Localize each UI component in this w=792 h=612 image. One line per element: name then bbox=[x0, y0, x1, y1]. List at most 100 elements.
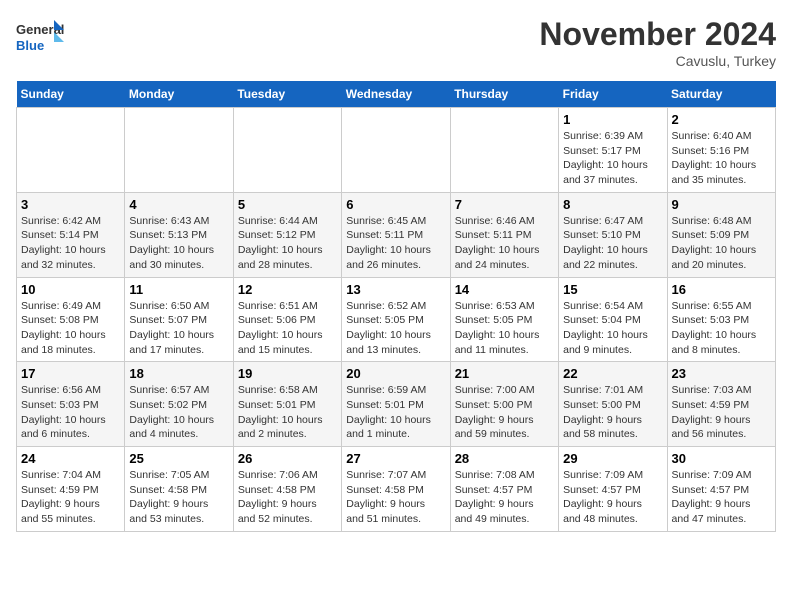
calendar-cell: 12 Sunrise: 6:51 AM Sunset: 5:06 PM Dayli… bbox=[233, 277, 341, 362]
day-number: 7 bbox=[455, 197, 554, 212]
calendar-cell: 5 Sunrise: 6:44 AM Sunset: 5:12 PM Daylig… bbox=[233, 192, 341, 277]
calendar-cell bbox=[342, 108, 450, 193]
calendar-cell bbox=[17, 108, 125, 193]
calendar-cell bbox=[233, 108, 341, 193]
day-number: 13 bbox=[346, 282, 445, 297]
calendar-table: SundayMondayTuesdayWednesdayThursdayFrid… bbox=[16, 81, 776, 532]
day-number: 1 bbox=[563, 112, 662, 127]
day-info: Sunrise: 6:49 AM Sunset: 5:08 PM Dayligh… bbox=[21, 299, 120, 358]
calendar-cell: 8 Sunrise: 6:47 AM Sunset: 5:10 PM Daylig… bbox=[559, 192, 667, 277]
day-number: 5 bbox=[238, 197, 337, 212]
day-info: Sunrise: 6:44 AM Sunset: 5:12 PM Dayligh… bbox=[238, 214, 337, 273]
day-number: 12 bbox=[238, 282, 337, 297]
day-number: 27 bbox=[346, 451, 445, 466]
calendar-cell: 3 Sunrise: 6:42 AM Sunset: 5:14 PM Daylig… bbox=[17, 192, 125, 277]
day-number: 3 bbox=[21, 197, 120, 212]
weekday-header-friday: Friday bbox=[559, 81, 667, 108]
day-info: Sunrise: 6:48 AM Sunset: 5:09 PM Dayligh… bbox=[672, 214, 771, 273]
weekday-header-monday: Monday bbox=[125, 81, 233, 108]
calendar-cell: 14 Sunrise: 6:53 AM Sunset: 5:05 PM Dayli… bbox=[450, 277, 558, 362]
day-number: 19 bbox=[238, 366, 337, 381]
day-number: 28 bbox=[455, 451, 554, 466]
calendar-cell: 18 Sunrise: 6:57 AM Sunset: 5:02 PM Dayli… bbox=[125, 362, 233, 447]
day-number: 10 bbox=[21, 282, 120, 297]
calendar-cell: 13 Sunrise: 6:52 AM Sunset: 5:05 PM Dayli… bbox=[342, 277, 450, 362]
day-number: 20 bbox=[346, 366, 445, 381]
calendar-cell: 4 Sunrise: 6:43 AM Sunset: 5:13 PM Daylig… bbox=[125, 192, 233, 277]
day-info: Sunrise: 7:07 AM Sunset: 4:58 PM Dayligh… bbox=[346, 468, 445, 527]
day-info: Sunrise: 6:51 AM Sunset: 5:06 PM Dayligh… bbox=[238, 299, 337, 358]
calendar-cell: 28Sunrise: 7:08 AM Sunset: 4:57 PM Dayli… bbox=[450, 447, 558, 532]
day-number: 29 bbox=[563, 451, 662, 466]
day-info: Sunrise: 6:53 AM Sunset: 5:05 PM Dayligh… bbox=[455, 299, 554, 358]
day-number: 16 bbox=[672, 282, 771, 297]
weekday-header-wednesday: Wednesday bbox=[342, 81, 450, 108]
calendar-cell: 24 Sunrise: 7:04 AM Sunset: 4:59 PM Dayli… bbox=[17, 447, 125, 532]
calendar-cell: 11 Sunrise: 6:50 AM Sunset: 5:07 PM Dayli… bbox=[125, 277, 233, 362]
day-info: Sunrise: 6:46 AM Sunset: 5:11 PM Dayligh… bbox=[455, 214, 554, 273]
day-info: Sunrise: 7:01 AM Sunset: 5:00 PM Dayligh… bbox=[563, 383, 662, 442]
calendar-cell: 20 Sunrise: 6:59 AM Sunset: 5:01 PM Dayli… bbox=[342, 362, 450, 447]
day-number: 8 bbox=[563, 197, 662, 212]
calendar-cell: 26Sunrise: 7:06 AM Sunset: 4:58 PM Dayli… bbox=[233, 447, 341, 532]
title-block: November 2024 Cavuslu, Turkey bbox=[539, 16, 776, 69]
page-header: General Blue November 2024 Cavuslu, Turk… bbox=[16, 16, 776, 69]
day-number: 18 bbox=[129, 366, 228, 381]
day-number: 14 bbox=[455, 282, 554, 297]
day-info: Sunrise: 6:50 AM Sunset: 5:07 PM Dayligh… bbox=[129, 299, 228, 358]
calendar-cell: 21Sunrise: 7:00 AM Sunset: 5:00 PM Dayli… bbox=[450, 362, 558, 447]
calendar-cell: 19 Sunrise: 6:58 AM Sunset: 5:01 PM Dayli… bbox=[233, 362, 341, 447]
day-info: Sunrise: 6:55 AM Sunset: 5:03 PM Dayligh… bbox=[672, 299, 771, 358]
day-info: Sunrise: 6:42 AM Sunset: 5:14 PM Dayligh… bbox=[21, 214, 120, 273]
calendar-cell: 30 Sunrise: 7:09 AM Sunset: 4:57 PM Dayli… bbox=[667, 447, 775, 532]
calendar-cell: 6 Sunrise: 6:45 AM Sunset: 5:11 PM Daylig… bbox=[342, 192, 450, 277]
day-info: Sunrise: 6:45 AM Sunset: 5:11 PM Dayligh… bbox=[346, 214, 445, 273]
weekday-header-tuesday: Tuesday bbox=[233, 81, 341, 108]
calendar-cell: 17Sunrise: 6:56 AM Sunset: 5:03 PM Dayli… bbox=[17, 362, 125, 447]
day-number: 15 bbox=[563, 282, 662, 297]
day-info: Sunrise: 6:56 AM Sunset: 5:03 PM Dayligh… bbox=[21, 383, 120, 442]
day-number: 30 bbox=[672, 451, 771, 466]
calendar-cell: 15 Sunrise: 6:54 AM Sunset: 5:04 PM Dayli… bbox=[559, 277, 667, 362]
day-info: Sunrise: 7:00 AM Sunset: 5:00 PM Dayligh… bbox=[455, 383, 554, 442]
day-number: 24 bbox=[21, 451, 120, 466]
calendar-cell: 23 Sunrise: 7:03 AM Sunset: 4:59 PM Dayli… bbox=[667, 362, 775, 447]
calendar-cell: 1Sunrise: 6:39 AM Sunset: 5:17 PM Daylig… bbox=[559, 108, 667, 193]
day-info: Sunrise: 7:06 AM Sunset: 4:58 PM Dayligh… bbox=[238, 468, 337, 527]
calendar-cell: 27 Sunrise: 7:07 AM Sunset: 4:58 PM Dayli… bbox=[342, 447, 450, 532]
day-info: Sunrise: 6:43 AM Sunset: 5:13 PM Dayligh… bbox=[129, 214, 228, 273]
day-number: 23 bbox=[672, 366, 771, 381]
calendar-cell: 10 Sunrise: 6:49 AM Sunset: 5:08 PM Dayli… bbox=[17, 277, 125, 362]
calendar-cell: 25Sunrise: 7:05 AM Sunset: 4:58 PM Dayli… bbox=[125, 447, 233, 532]
logo: General Blue bbox=[16, 16, 66, 61]
svg-text:Blue: Blue bbox=[16, 38, 44, 53]
weekday-header-thursday: Thursday bbox=[450, 81, 558, 108]
day-info: Sunrise: 7:09 AM Sunset: 4:57 PM Dayligh… bbox=[563, 468, 662, 527]
day-info: Sunrise: 6:54 AM Sunset: 5:04 PM Dayligh… bbox=[563, 299, 662, 358]
day-number: 25 bbox=[129, 451, 228, 466]
day-info: Sunrise: 7:09 AM Sunset: 4:57 PM Dayligh… bbox=[672, 468, 771, 527]
calendar-cell: 22 Sunrise: 7:01 AM Sunset: 5:00 PM Dayli… bbox=[559, 362, 667, 447]
day-info: Sunrise: 7:04 AM Sunset: 4:59 PM Dayligh… bbox=[21, 468, 120, 527]
weekday-header-saturday: Saturday bbox=[667, 81, 775, 108]
month-title: November 2024 bbox=[539, 16, 776, 53]
day-number: 9 bbox=[672, 197, 771, 212]
day-info: Sunrise: 6:58 AM Sunset: 5:01 PM Dayligh… bbox=[238, 383, 337, 442]
calendar-cell: 29 Sunrise: 7:09 AM Sunset: 4:57 PM Dayli… bbox=[559, 447, 667, 532]
day-info: Sunrise: 6:59 AM Sunset: 5:01 PM Dayligh… bbox=[346, 383, 445, 442]
calendar-cell: 7 Sunrise: 6:46 AM Sunset: 5:11 PM Daylig… bbox=[450, 192, 558, 277]
day-info: Sunrise: 6:57 AM Sunset: 5:02 PM Dayligh… bbox=[129, 383, 228, 442]
day-info: Sunrise: 6:52 AM Sunset: 5:05 PM Dayligh… bbox=[346, 299, 445, 358]
day-number: 22 bbox=[563, 366, 662, 381]
weekday-header-sunday: Sunday bbox=[17, 81, 125, 108]
calendar-cell: 9 Sunrise: 6:48 AM Sunset: 5:09 PM Daylig… bbox=[667, 192, 775, 277]
day-number: 11 bbox=[129, 282, 228, 297]
calendar-cell bbox=[125, 108, 233, 193]
day-info: Sunrise: 7:03 AM Sunset: 4:59 PM Dayligh… bbox=[672, 383, 771, 442]
day-info: Sunrise: 6:47 AM Sunset: 5:10 PM Dayligh… bbox=[563, 214, 662, 273]
day-number: 4 bbox=[129, 197, 228, 212]
calendar-cell bbox=[450, 108, 558, 193]
day-number: 6 bbox=[346, 197, 445, 212]
calendar-cell: 2Sunrise: 6:40 AM Sunset: 5:16 PM Daylig… bbox=[667, 108, 775, 193]
day-info: Sunrise: 6:40 AM Sunset: 5:16 PM Dayligh… bbox=[672, 129, 771, 188]
